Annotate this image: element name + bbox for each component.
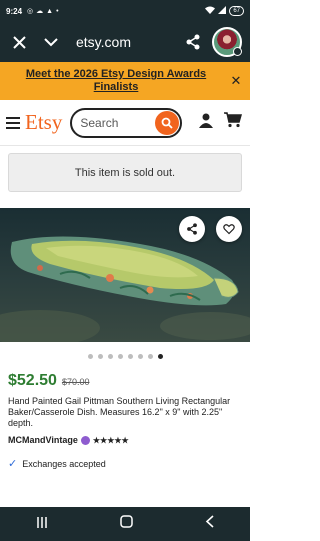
carousel-dot[interactable] [147, 354, 153, 359]
listing-title: Hand Painted Gail Pittman Southern Livin… [8, 396, 231, 428]
rating-stars[interactable]: ★★★★★ [93, 436, 129, 445]
carousel-dot[interactable] [137, 354, 143, 359]
cloud-icon: ☁ [36, 8, 44, 15]
close-icon[interactable] [8, 31, 30, 53]
share-icon [187, 223, 197, 235]
promo-banner[interactable]: Meet the 2026 Etsy Design Awards Finalis… [0, 62, 250, 100]
more-notifications-icon: • [56, 7, 59, 15]
heart-icon [223, 224, 235, 235]
alert-icon: ▲ [46, 7, 54, 15]
sale-price: $52.50 [8, 372, 57, 389]
favorite-button[interactable] [216, 216, 242, 242]
carousel-dot[interactable] [87, 354, 93, 359]
shop-info[interactable]: MCMandVintage ★★★★★ [8, 435, 129, 445]
share-icon[interactable] [182, 31, 204, 53]
carousel-dot[interactable] [157, 354, 163, 359]
account-icon[interactable] [198, 112, 214, 133]
url-text[interactable]: etsy.com [76, 34, 131, 50]
casserole-dish-image [0, 236, 250, 342]
exchanges-text: Exchanges accepted [22, 458, 106, 469]
avatar-badge-icon [233, 47, 242, 56]
price-row: $52.50 $70.00 [8, 372, 89, 390]
carousel-dot[interactable] [127, 354, 133, 359]
carousel-dot[interactable] [117, 354, 123, 359]
etsy-logo[interactable]: Etsy [25, 110, 62, 135]
shop-name-link[interactable]: MCMandVintage [8, 435, 78, 445]
status-bar: 9:24 ◎ ☁ ▲ • 67 [0, 0, 250, 22]
recent-apps-icon[interactable] [36, 515, 48, 533]
notification-icon: ◎ [27, 8, 34, 15]
exchanges-row: ✓ Exchanges accepted [8, 457, 106, 470]
notification-icons: ◎ ☁ ▲ • [27, 7, 59, 16]
original-price: $70.00 [61, 377, 90, 387]
wifi-icon [205, 6, 216, 16]
home-icon[interactable] [120, 515, 133, 533]
carousel-dot[interactable] [107, 354, 113, 359]
banner-text[interactable]: Meet the 2026 Etsy Design Awards Finalis… [0, 68, 222, 94]
cart-icon[interactable] [224, 112, 242, 133]
star-seller-badge-icon [80, 435, 90, 445]
checkmark-icon: ✓ [8, 458, 18, 470]
menu-icon[interactable] [6, 116, 20, 129]
site-header: Etsy Search [0, 100, 250, 146]
browser-toolbar: etsy.com [0, 22, 250, 62]
chevron-down-icon[interactable] [40, 31, 62, 53]
back-icon[interactable] [205, 515, 214, 533]
search-input[interactable]: Search [70, 107, 183, 138]
search-button[interactable] [155, 110, 180, 135]
search-placeholder: Search [80, 115, 119, 130]
banner-close-button[interactable]: ✕ [222, 73, 250, 89]
listing-image[interactable] [0, 208, 250, 342]
search-icon [161, 117, 173, 129]
image-carousel-dots[interactable] [0, 354, 250, 359]
avatar[interactable] [212, 27, 242, 57]
sold-out-notice: This item is sold out. [8, 153, 242, 192]
carousel-dot[interactable] [97, 354, 103, 359]
share-listing-button[interactable] [179, 216, 205, 242]
signal-icon [218, 6, 227, 16]
system-nav-bar [0, 507, 250, 541]
battery-icon: 67 [229, 6, 244, 16]
status-time: 9:24 [6, 6, 23, 16]
